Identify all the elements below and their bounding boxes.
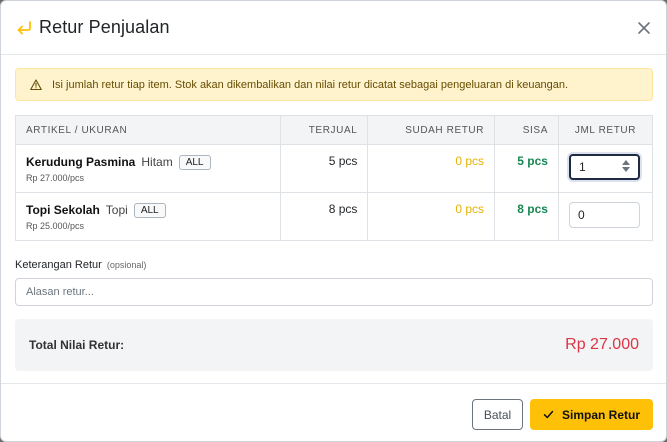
article-price: Rp 25.000/pcs bbox=[26, 221, 85, 231]
spinner-down-icon[interactable] bbox=[621, 167, 630, 172]
return-modal: Retur Penjualan Isi jumlah retur tiap it… bbox=[0, 0, 667, 442]
article-name: Topi Sekolah bbox=[26, 203, 100, 217]
total-value: Rp 27.000 bbox=[565, 336, 639, 353]
article-cell: Topi Sekolah Topi ALL Rp 25.000/pcs bbox=[14, 192, 282, 241]
modal-title: Retur Penjualan bbox=[39, 17, 170, 37]
total-summary: Total Nilai Retur: Rp 27.000 bbox=[15, 319, 653, 371]
article-name: Kerudung Pasmina bbox=[26, 155, 136, 169]
return-qty-input[interactable]: 1 bbox=[568, 154, 640, 180]
table-row: Kerudung Pasmina Hitam ALL Rp 27.000/pcs… bbox=[14, 144, 654, 193]
return-qty-input[interactable]: 0 bbox=[568, 202, 640, 228]
returned-cell: 0 pcs bbox=[367, 144, 496, 193]
qty-spinner[interactable] bbox=[621, 160, 630, 172]
check-icon bbox=[543, 409, 554, 420]
size-badge: ALL bbox=[133, 202, 166, 218]
remaining-cell: 8 pcs bbox=[494, 192, 559, 241]
returned-cell: 0 pcs bbox=[367, 192, 496, 241]
notes-label: Keterangan Retur (opsional) bbox=[15, 259, 146, 271]
return-arrow-icon bbox=[15, 19, 33, 37]
save-return-button[interactable]: Simpan Retur bbox=[530, 399, 653, 430]
table-row: Topi Sekolah Topi ALL Rp 25.000/pcs 8 pc… bbox=[14, 192, 654, 241]
article-price: Rp 27.000/pcs bbox=[26, 173, 85, 183]
qty-cell: 0 bbox=[557, 192, 654, 241]
table-header-row: ARTIKEL / UKURAN TERJUAL SUDAH RETUR SIS… bbox=[14, 115, 654, 145]
return-items-table: ARTIKEL / UKURAN TERJUAL SUDAH RETUR SIS… bbox=[14, 115, 654, 241]
article-cell: Kerudung Pasmina Hitam ALL Rp 27.000/pcs bbox=[14, 144, 282, 193]
info-alert: Isi jumlah retur tiap item. Stok akan di… bbox=[15, 68, 653, 101]
header-returned: SUDAH RETUR bbox=[367, 115, 496, 145]
notes-label-text: Keterangan Retur bbox=[15, 259, 102, 271]
footer-divider bbox=[1, 383, 666, 384]
close-icon[interactable] bbox=[634, 18, 654, 38]
qty-value: 1 bbox=[578, 160, 586, 174]
header-article: ARTIKEL / UKURAN bbox=[14, 115, 282, 145]
header-sold: TERJUAL bbox=[280, 115, 369, 145]
save-button-label: Simpan Retur bbox=[561, 407, 640, 422]
total-label: Total Nilai Retur: bbox=[29, 338, 125, 352]
sold-cell: 8 pcs bbox=[280, 192, 369, 241]
modal-header: Retur Penjualan bbox=[1, 1, 666, 55]
sold-cell: 5 pcs bbox=[280, 144, 369, 193]
size-badge: ALL bbox=[178, 154, 211, 170]
warning-icon bbox=[30, 78, 42, 91]
header-qty: JML RETUR bbox=[557, 115, 654, 145]
qty-cell: 1 bbox=[557, 144, 654, 193]
notes-input[interactable]: Alasan retur... bbox=[15, 278, 653, 306]
alert-text: Isi jumlah retur tiap item. Stok akan di… bbox=[52, 78, 569, 91]
remaining-cell: 5 pcs bbox=[494, 144, 559, 193]
qty-value: 0 bbox=[577, 208, 585, 222]
spinner-up-icon[interactable] bbox=[621, 160, 630, 165]
article-color: Topi bbox=[105, 203, 128, 217]
article-color: Hitam bbox=[141, 155, 173, 169]
notes-optional-hint: (opsional) bbox=[106, 260, 147, 270]
notes-placeholder: Alasan retur... bbox=[26, 286, 94, 298]
cancel-button[interactable]: Batal bbox=[472, 399, 523, 430]
header-remaining: SISA bbox=[494, 115, 559, 145]
